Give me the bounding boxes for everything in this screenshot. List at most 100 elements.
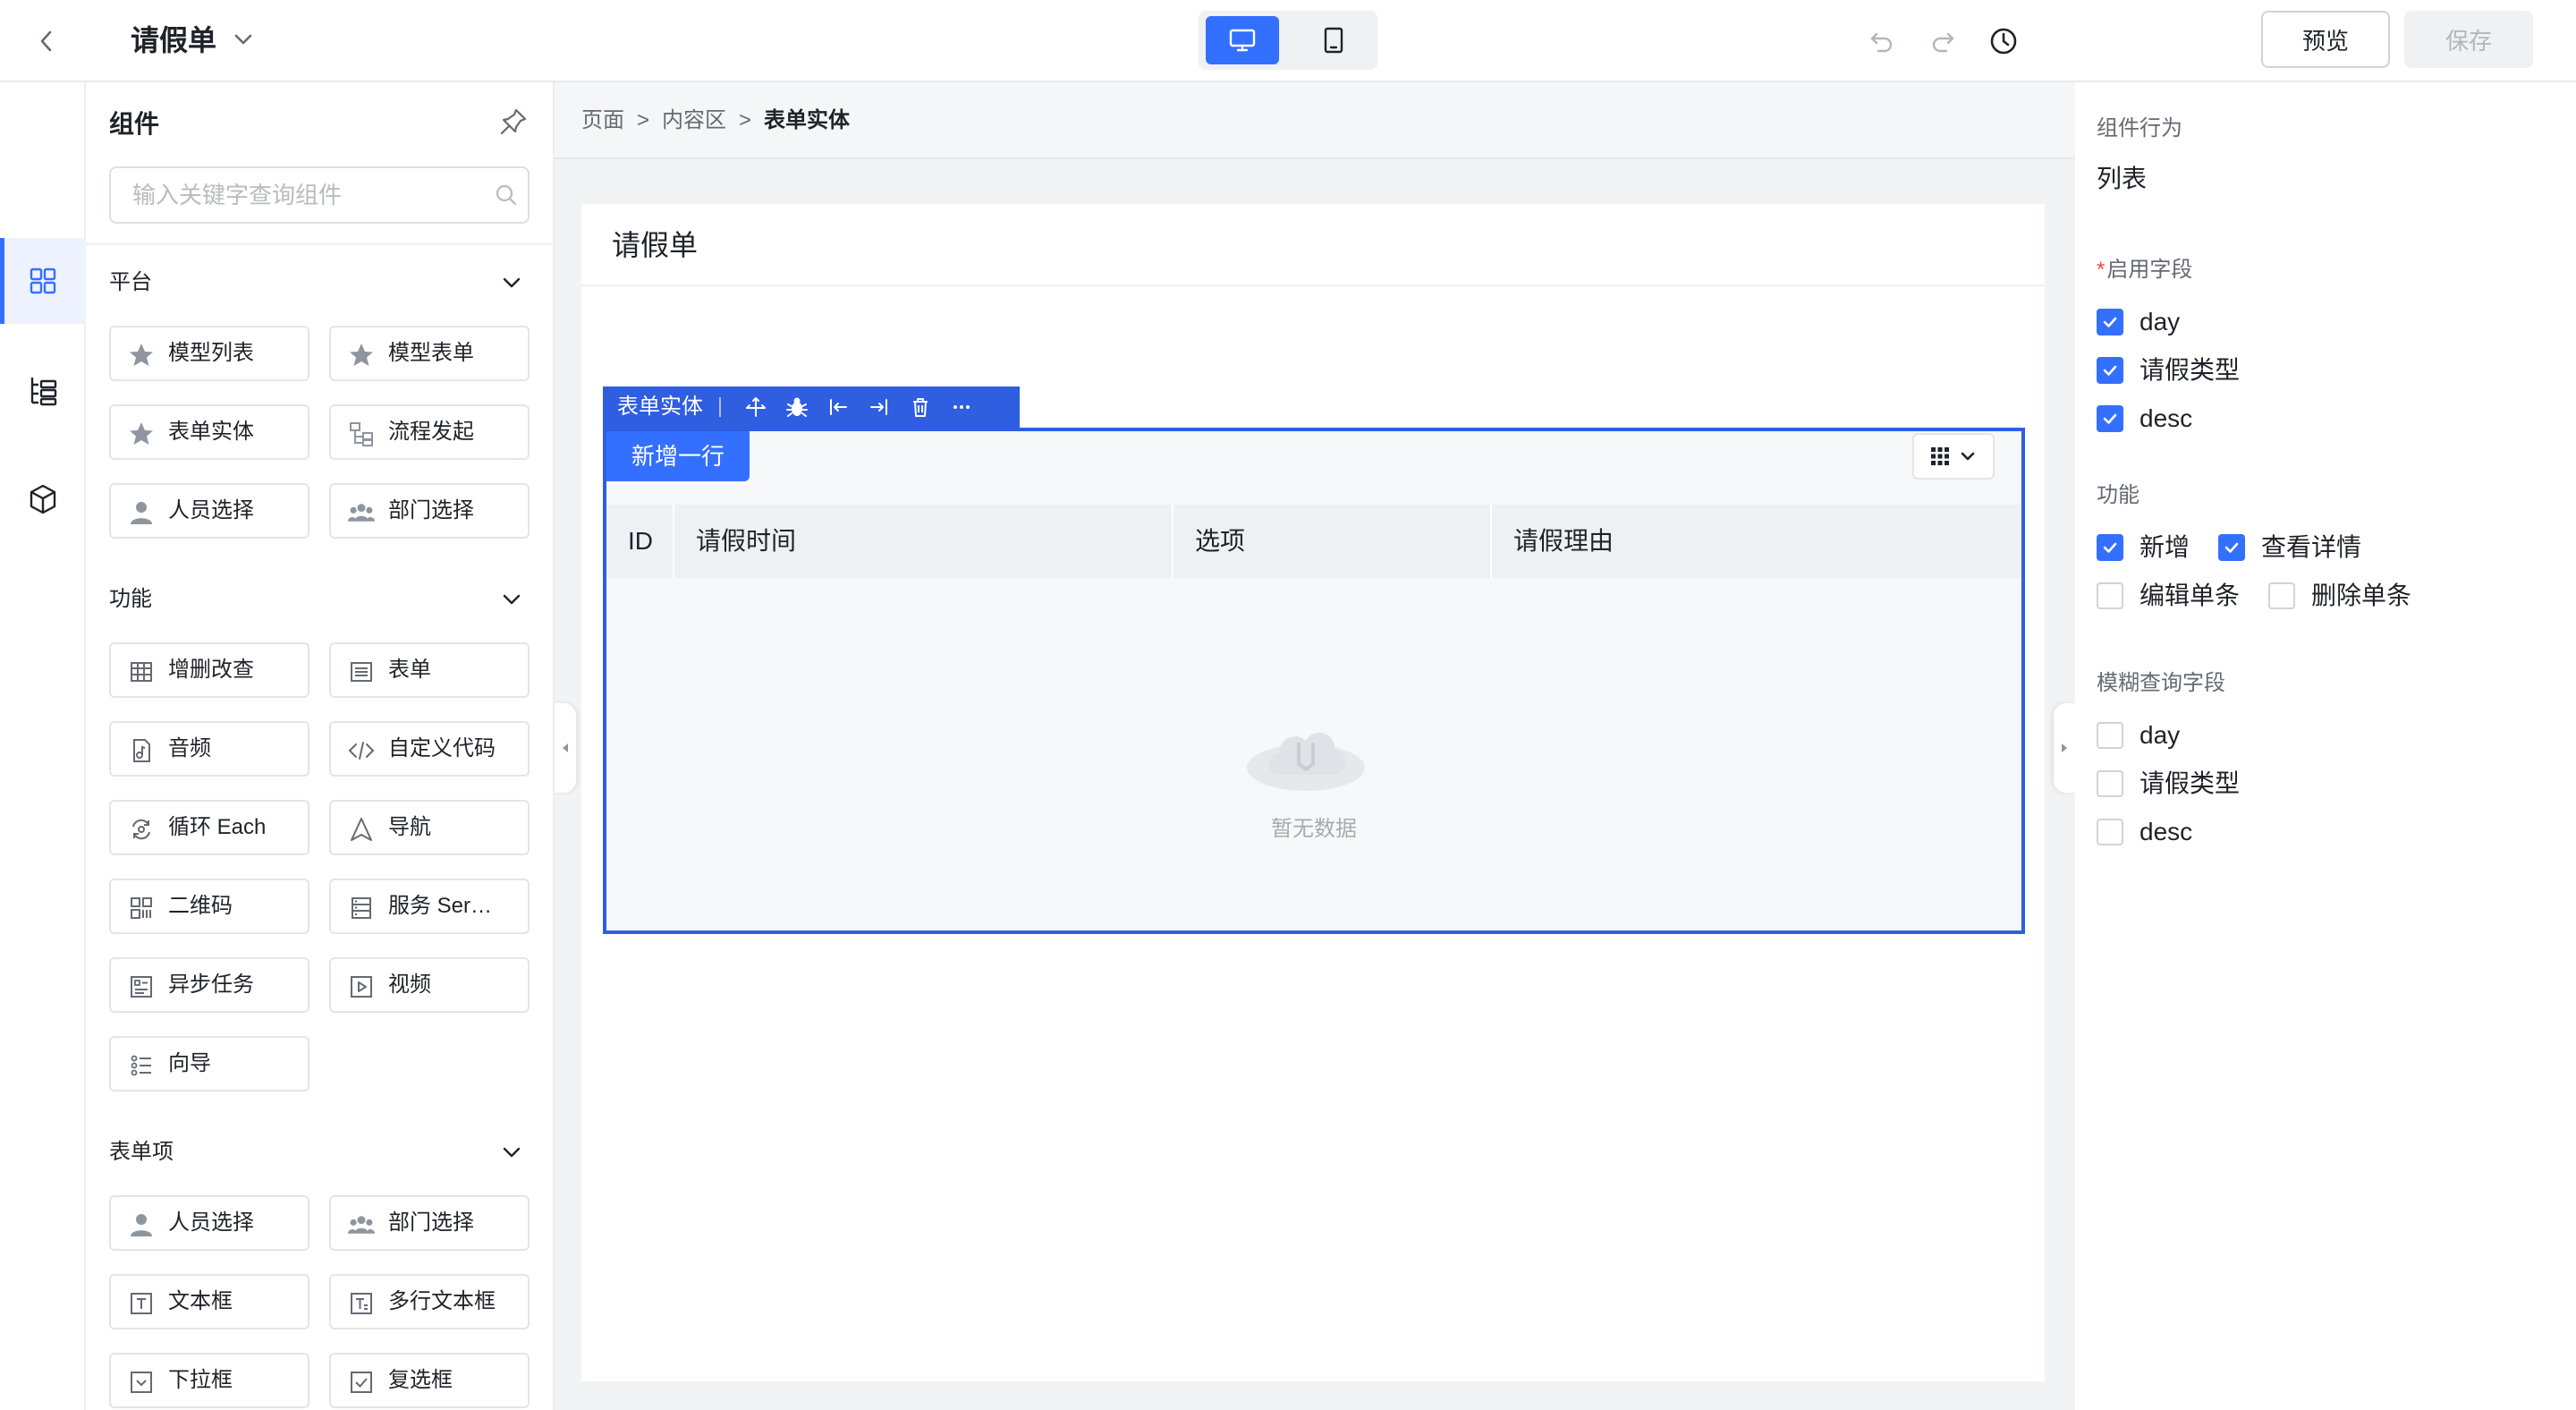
feature-delete-single[interactable]: 删除单条 bbox=[2268, 578, 2411, 614]
component-form[interactable]: 表单 bbox=[329, 642, 530, 698]
enabled-field-leave-type[interactable]: 请假类型 bbox=[2097, 352, 2240, 388]
checkbox-checked[interactable] bbox=[2218, 534, 2245, 561]
component-label: 表单 bbox=[388, 658, 431, 682]
align-right-button[interactable] bbox=[859, 386, 900, 428]
checkbox-unchecked[interactable] bbox=[2268, 582, 2295, 609]
checkbox-checked[interactable] bbox=[2097, 534, 2123, 561]
feature-edit-single[interactable]: 编辑单条 bbox=[2097, 578, 2240, 614]
chevron-down-icon bbox=[497, 1138, 526, 1167]
component-video[interactable]: 视频 bbox=[329, 957, 530, 1013]
tablet-view-button[interactable] bbox=[1297, 16, 1370, 64]
component-label: 模型列表 bbox=[168, 341, 254, 365]
rail-outline-tree[interactable] bbox=[0, 347, 86, 433]
component-textarea[interactable]: 多行文本框 bbox=[329, 1274, 530, 1329]
checkbox-unchecked[interactable] bbox=[2097, 722, 2123, 749]
checkbox-checked[interactable] bbox=[2097, 309, 2123, 336]
save-button[interactable]: 保存 bbox=[2404, 11, 2533, 68]
behavior-value[interactable]: 列表 bbox=[2097, 161, 2147, 197]
component-async-task[interactable]: 异步任务 bbox=[109, 957, 309, 1013]
checkbox-checked[interactable] bbox=[2097, 357, 2123, 384]
desktop-view-button[interactable] bbox=[1206, 16, 1279, 64]
component-form-entity[interactable]: 表单实体 bbox=[109, 404, 309, 460]
checkbox-label: desc bbox=[2140, 404, 2193, 432]
component-service[interactable]: 服务 Ser… bbox=[329, 879, 530, 934]
preview-button[interactable]: 预览 bbox=[2261, 11, 2390, 68]
section-header-functions[interactable]: 功能 bbox=[109, 580, 530, 619]
component-label: 模型表单 bbox=[388, 341, 474, 365]
collapse-left-panel-button[interactable] bbox=[555, 703, 576, 793]
components-grid-icon bbox=[30, 268, 56, 294]
component-person-select[interactable]: 人员选择 bbox=[109, 483, 309, 539]
component-dept-select-field[interactable]: 部门选择 bbox=[329, 1195, 530, 1251]
trash-icon bbox=[913, 398, 928, 417]
component-loop-each[interactable]: 循环 Each bbox=[109, 800, 309, 855]
component-search-input[interactable] bbox=[111, 168, 487, 222]
component-model-form[interactable]: 模型表单 bbox=[329, 326, 530, 381]
component-text-input[interactable]: 文本框 bbox=[109, 1274, 309, 1329]
selected-component-label[interactable]: 表单实体 bbox=[603, 386, 703, 428]
align-left-button[interactable] bbox=[818, 386, 859, 428]
column-header-id[interactable]: ID bbox=[606, 505, 674, 578]
enabled-field-desc[interactable]: desc bbox=[2097, 401, 2192, 437]
checkbox-checked[interactable] bbox=[2097, 405, 2123, 432]
page-title[interactable]: 请假单 bbox=[131, 20, 216, 61]
navigation-icon bbox=[347, 815, 376, 844]
column-header-option[interactable]: 选项 bbox=[1174, 505, 1492, 578]
pin-icon[interactable] bbox=[497, 106, 530, 138]
component-custom-code[interactable]: 自定义代码 bbox=[329, 721, 530, 777]
component-person-select-field[interactable]: 人员选择 bbox=[109, 1195, 309, 1251]
section-header-platform[interactable]: 平台 bbox=[109, 263, 530, 302]
enabled-field-day[interactable]: day bbox=[2097, 304, 2180, 340]
checkbox-label: desc bbox=[2140, 818, 2193, 845]
collapse-right-panel-button[interactable] bbox=[2054, 703, 2075, 793]
rail-components[interactable] bbox=[0, 238, 86, 324]
feature-add[interactable]: 新增 bbox=[2097, 530, 2190, 565]
component-label: 文本框 bbox=[168, 1289, 233, 1313]
component-label: 流程发起 bbox=[388, 420, 474, 444]
more-button[interactable] bbox=[941, 386, 982, 428]
component-label: 向导 bbox=[168, 1051, 211, 1075]
component-checkbox[interactable]: 复选框 bbox=[329, 1353, 530, 1408]
breadcrumb-item-content[interactable]: 内容区 bbox=[662, 100, 726, 141]
checkbox-unchecked[interactable] bbox=[2097, 582, 2123, 609]
wizard-icon bbox=[127, 1051, 156, 1080]
component-crud[interactable]: 增删改查 bbox=[109, 642, 309, 698]
history-button[interactable] bbox=[1986, 23, 2021, 59]
checkbox-unchecked[interactable] bbox=[2097, 819, 2123, 845]
component-process-start[interactable]: 流程发起 bbox=[329, 404, 530, 460]
component-navigation[interactable]: 导航 bbox=[329, 800, 530, 855]
debug-button[interactable] bbox=[776, 386, 818, 428]
caret-right-icon bbox=[2062, 743, 2067, 752]
component-model-list[interactable]: 模型列表 bbox=[109, 326, 309, 381]
features-label: 功能 bbox=[2097, 483, 2140, 507]
column-header-reason[interactable]: 请假理由 bbox=[1492, 505, 2021, 578]
chevron-down-icon[interactable] bbox=[229, 25, 258, 54]
breadcrumb-item-page[interactable]: 页面 bbox=[581, 100, 624, 141]
component-dept-select[interactable]: 部门选择 bbox=[329, 483, 530, 539]
checkbox-label: day bbox=[2140, 308, 2181, 336]
rail-models[interactable] bbox=[0, 456, 86, 542]
undo-button[interactable] bbox=[1864, 23, 1900, 59]
fuzzy-field-day[interactable]: day bbox=[2097, 718, 2180, 753]
fuzzy-field-leave-type[interactable]: 请假类型 bbox=[2097, 766, 2240, 802]
card-title[interactable]: 请假单 bbox=[612, 220, 698, 270]
feature-view-detail[interactable]: 查看详情 bbox=[2218, 530, 2361, 565]
column-header-leave-time[interactable]: 请假时间 bbox=[674, 505, 1174, 578]
add-row-button[interactable]: 新增一行 bbox=[606, 431, 750, 481]
align-start-icon bbox=[830, 399, 847, 415]
redo-button[interactable] bbox=[1925, 23, 1961, 59]
form-entity-component[interactable]: 新增一行 ID 请假时间 选项 请假理由 暂无数据 bbox=[603, 428, 2025, 934]
checkbox-unchecked[interactable] bbox=[2097, 770, 2123, 797]
checkbox-label: 请假类型 bbox=[2140, 769, 2241, 797]
fuzzy-field-desc[interactable]: desc bbox=[2097, 814, 2192, 850]
component-wizard[interactable]: 向导 bbox=[109, 1036, 309, 1091]
back-button[interactable] bbox=[29, 23, 64, 59]
column-settings-button[interactable] bbox=[1912, 433, 1995, 480]
component-audio[interactable]: 音频 bbox=[109, 721, 309, 777]
section-header-form-items[interactable]: 表单项 bbox=[109, 1133, 530, 1172]
component-qrcode[interactable]: 二维码 bbox=[109, 879, 309, 934]
delete-button[interactable] bbox=[900, 386, 941, 428]
checkbox-label: 查看详情 bbox=[2261, 533, 2362, 561]
component-dropdown[interactable]: 下拉框 bbox=[109, 1353, 309, 1408]
move-button[interactable] bbox=[735, 386, 776, 428]
